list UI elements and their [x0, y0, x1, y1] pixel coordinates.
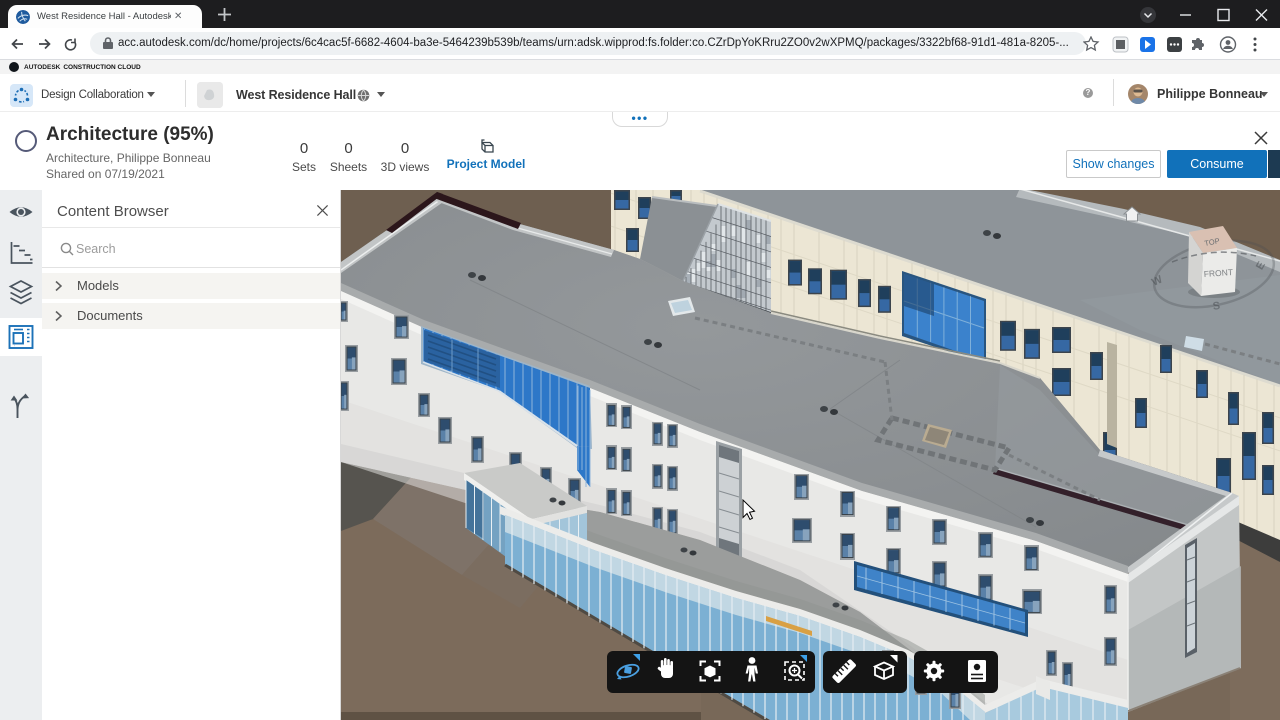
svg-text:FRONT: FRONT [1203, 267, 1233, 279]
